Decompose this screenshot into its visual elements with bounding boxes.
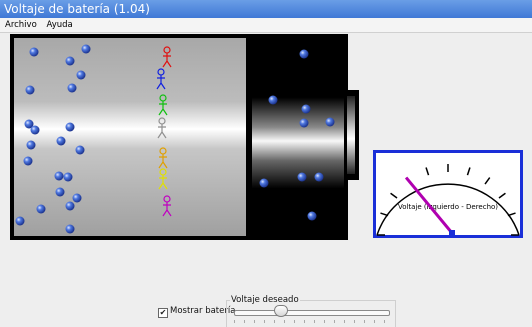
ion [29, 47, 39, 57]
voltmeter: Voltaje (Izquierdo - Derecho) [373, 150, 523, 238]
slider-tick [234, 320, 235, 323]
ion [55, 187, 65, 197]
slider-tick [344, 320, 345, 323]
ion [81, 44, 91, 54]
slider-tick [244, 320, 245, 323]
slider-tick [364, 320, 365, 323]
battery-left-compartment [14, 38, 246, 236]
ion [65, 56, 75, 66]
slider-tick [384, 320, 385, 323]
voltmeter-label: Voltaje (Izquierdo - Derecho) [398, 203, 498, 211]
slider-tick [334, 320, 335, 323]
ion [65, 122, 75, 132]
control-panel: ✔ Mostrar batería Voltaje deseado [0, 290, 532, 327]
slider-tick [354, 320, 355, 323]
ion [23, 156, 33, 166]
ion [325, 117, 335, 127]
battery-right-compartment [252, 38, 344, 236]
ion [30, 125, 40, 135]
slider-tick [374, 320, 375, 323]
ion [268, 95, 278, 105]
ion [65, 201, 75, 211]
slider-tick [274, 320, 275, 323]
ion [15, 216, 25, 226]
voltage-slider-ticks [234, 320, 390, 324]
ion [299, 118, 309, 128]
ion [54, 171, 64, 181]
ion [259, 178, 269, 188]
ion [307, 211, 317, 221]
show-battery-checkbox[interactable]: ✔ [158, 308, 168, 318]
slider-tick [304, 320, 305, 323]
ion [72, 193, 82, 203]
ion [36, 204, 46, 214]
slider-tick [314, 320, 315, 323]
battery-simulation-canvas: Voltaje (Izquierdo - Derecho) [10, 34, 523, 240]
ion [26, 140, 36, 150]
ion [76, 70, 86, 80]
ion [56, 136, 66, 146]
ion [65, 224, 75, 234]
ion [301, 104, 311, 114]
ion [299, 49, 309, 59]
slider-tick [264, 320, 265, 323]
voltmeter-pivot [449, 230, 455, 236]
ion [67, 83, 77, 93]
slider-tick [284, 320, 285, 323]
ion [63, 172, 73, 182]
slider-tick [324, 320, 325, 323]
voltage-slider-track[interactable] [234, 310, 390, 316]
ion [25, 85, 35, 95]
ion [297, 172, 307, 182]
ion [314, 172, 324, 182]
slider-tick [294, 320, 295, 323]
slider-tick [254, 320, 255, 323]
ion [75, 145, 85, 155]
voltage-slider-label: Voltaje deseado [230, 295, 300, 305]
